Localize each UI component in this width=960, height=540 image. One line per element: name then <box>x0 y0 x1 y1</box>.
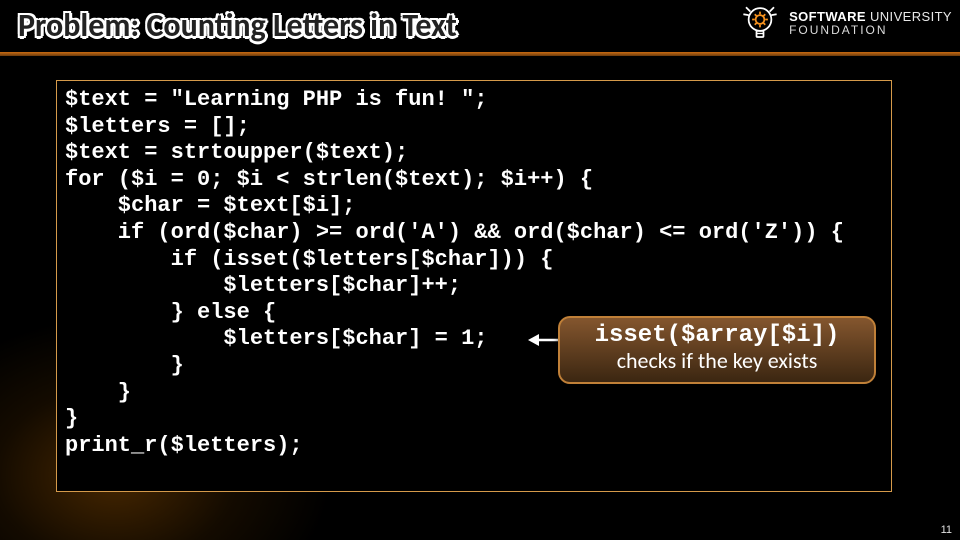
logo-line2: FOUNDATION <box>789 24 952 36</box>
callout-arrow-icon <box>528 332 562 348</box>
slide: Problem: Counting Letters in Text <box>0 0 960 540</box>
logo-line1-bold: SOFTWARE <box>789 9 866 24</box>
callout-code: isset($array[$i]) <box>560 322 874 349</box>
code-block: $text = "Learning PHP is fun! "; $letter… <box>56 80 892 492</box>
callout-box: isset($array[$i]) checks if the key exis… <box>558 316 876 384</box>
title-underline <box>0 52 960 56</box>
page-number: 11 <box>941 524 952 536</box>
slide-title: Problem: Counting Letters in Text <box>18 6 457 45</box>
callout-text: checks if the key exists <box>560 347 874 374</box>
logo-text: SOFTWARE UNIVERSITY FOUNDATION <box>789 10 952 35</box>
code-text: $text = "Learning PHP is fun! "; $letter… <box>65 87 883 459</box>
logo: SOFTWARE UNIVERSITY FOUNDATION <box>739 2 952 44</box>
logo-line1-thin: UNIVERSITY <box>870 9 952 24</box>
lightbulb-gear-icon <box>739 2 781 44</box>
